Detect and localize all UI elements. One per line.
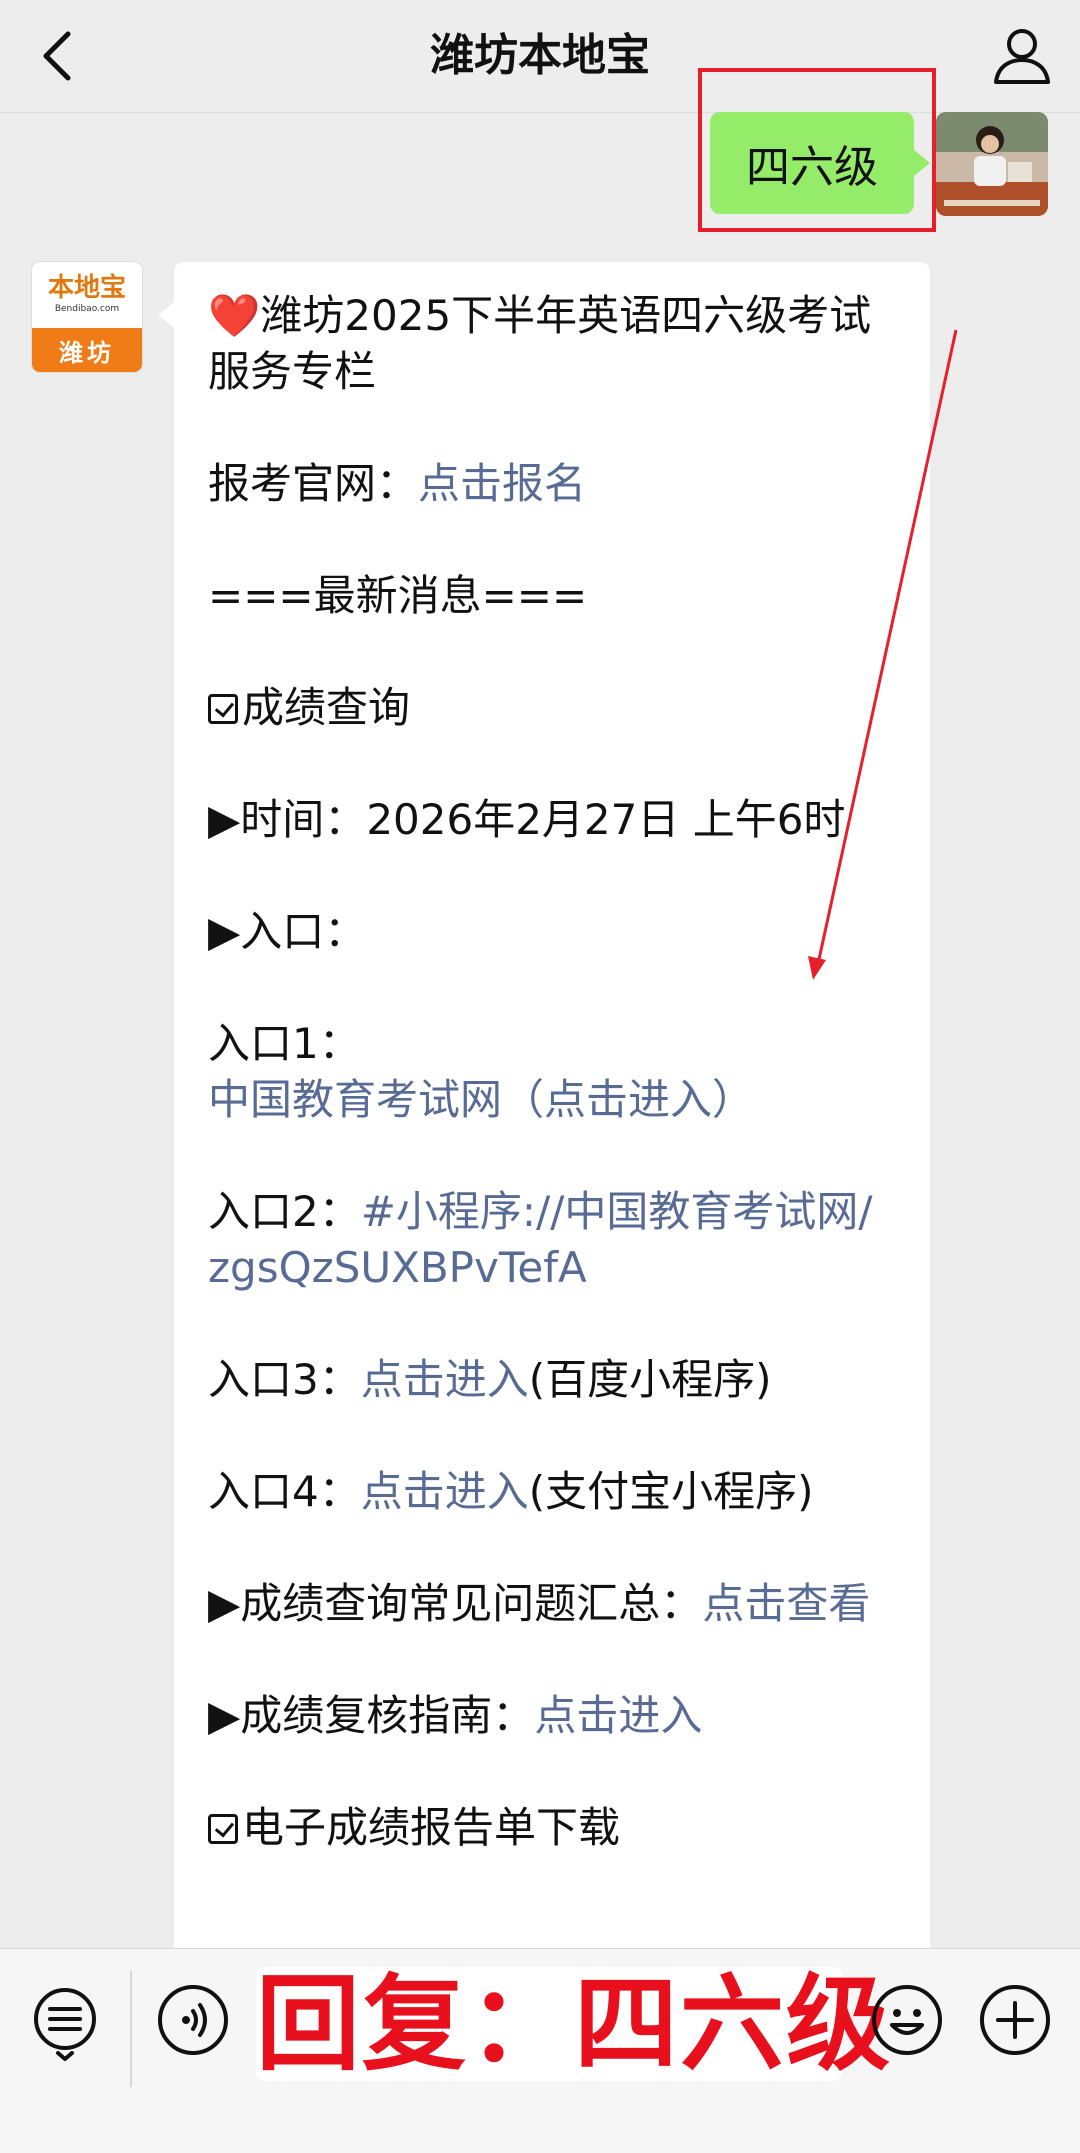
review-link[interactable]: 点击进入	[534, 1691, 702, 1740]
entry-heading: ▶入口：	[208, 907, 367, 956]
download-line: 电子成绩报告单下载	[208, 1800, 888, 1856]
signup-link[interactable]: 点击报名	[418, 459, 586, 508]
checkbox-icon	[208, 694, 238, 724]
incoming-message-bubble: ❤️潍坊2025下半年英语四六级考试服务专栏 报考官网：点击报名 ===最新消息…	[158, 262, 930, 1962]
entry-2-line: 入口2：#小程序://中国教育考试网/zgsQzSUXBPvTefA	[208, 1187, 873, 1292]
signup-line: 报考官网：点击报名	[208, 459, 587, 508]
entry-3-link[interactable]: 点击进入	[361, 1355, 529, 1404]
heart-icon: ❤️	[208, 291, 261, 340]
entry-4-line: 入口4：点击进入(支付宝小程序)	[208, 1467, 814, 1516]
voice-icon[interactable]	[156, 1983, 230, 2057]
message-input[interactable]: 回复：四六级	[256, 1963, 893, 2085]
entry-4-link[interactable]: 点击进入	[361, 1467, 529, 1516]
user-avatar-photo	[936, 112, 1048, 216]
emoji-icon[interactable]	[870, 1983, 944, 2057]
news-heading: ===最新消息===	[208, 571, 588, 620]
annotation-highlight-box	[698, 68, 936, 232]
user-avatar[interactable]	[936, 112, 1048, 216]
message-title: ❤️潍坊2025下半年英语四六级考试服务专栏	[208, 291, 872, 396]
entry-3-line: 入口3：点击进入(百度小程序)	[208, 1355, 772, 1404]
plus-icon[interactable]	[978, 1983, 1052, 2057]
bottom-input-bar: 回复：四六级	[0, 1948, 1080, 2153]
bot-logo: 本地宝 Bendibao.com	[47, 273, 126, 314]
entry-1-line: 入口1：中国教育考试网（点击进入）	[208, 1019, 755, 1124]
faq-link[interactable]: 点击查看	[702, 1579, 870, 1628]
checkbox-icon	[208, 1814, 238, 1844]
menu-list-icon[interactable]	[30, 1985, 100, 2065]
bar-divider	[130, 1971, 132, 2087]
user-icon[interactable]	[990, 22, 1054, 86]
bot-logo-city: 潍坊	[32, 328, 142, 372]
score-query-line: 成绩查询	[208, 680, 888, 736]
time-line: ▶时间：2026年2月27日 上午6时	[208, 795, 846, 844]
bot-avatar[interactable]: 本地宝 Bendibao.com 潍坊	[32, 262, 142, 372]
reply-instruction: 回复：四六级	[256, 1963, 893, 2085]
entry-1-link[interactable]: 中国教育考试网（点击进入）	[208, 1075, 754, 1124]
message-body: ❤️潍坊2025下半年英语四六级考试服务专栏 报考官网：点击报名 ===最新消息…	[208, 288, 888, 1912]
review-line: ▶成绩复核指南：点击进入	[208, 1691, 703, 1740]
faq-line: ▶成绩查询常见问题汇总：点击查看	[208, 1579, 871, 1628]
